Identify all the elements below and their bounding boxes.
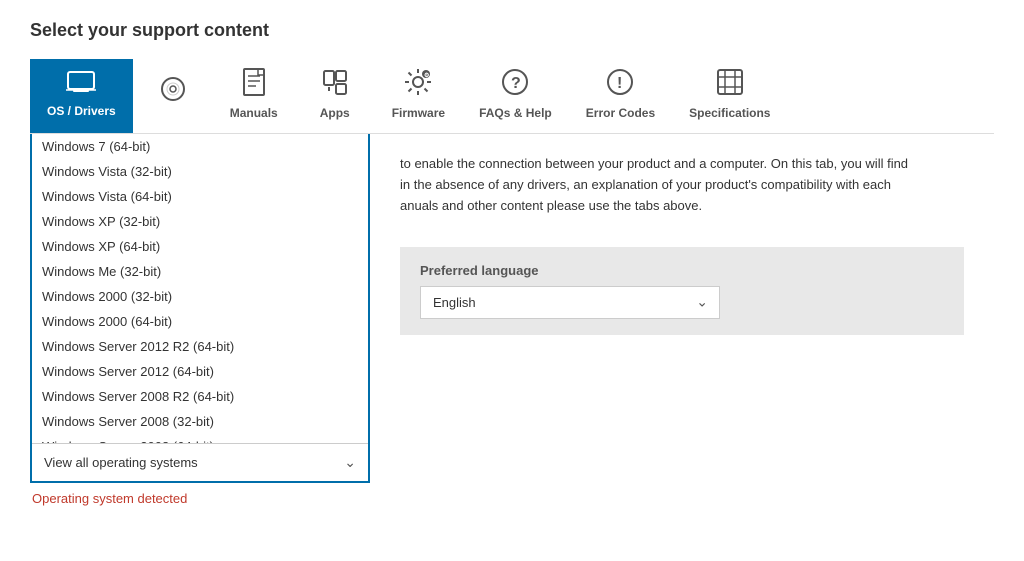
os-list-item[interactable]: Windows Server 2008 (64-bit) — [32, 434, 368, 444]
desc-line2: in the absence of any drivers, an explan… — [400, 177, 891, 192]
svg-text:⚙: ⚙ — [424, 72, 429, 79]
os-list-item[interactable]: Windows 2000 (32-bit) — [32, 284, 368, 309]
faqs-icon: ? — [501, 68, 529, 100]
os-list-item[interactable]: Windows 2000 (64-bit) — [32, 309, 368, 334]
tab-manuals[interactable]: Manuals — [213, 59, 295, 133]
laptop-icon — [65, 70, 97, 98]
tab-apps[interactable]: Apps — [295, 59, 375, 133]
tab-firmware[interactable]: ⚙ Firmware — [375, 59, 462, 133]
os-list-item[interactable]: Windows Server 2008 (32-bit) — [32, 409, 368, 434]
language-select-wrapper: EnglishFrenchGermanSpanishItalianDutchPo… — [420, 286, 720, 319]
page-container: Select your support content OS / Drivers — [0, 0, 1024, 561]
disc-icon — [159, 75, 187, 107]
tab-error-codes[interactable]: ! Error Codes — [569, 59, 672, 133]
tab-os-drivers[interactable]: OS / Drivers — [30, 59, 133, 133]
main-content: Windows 7 (64-bit)Windows Vista (32-bit)… — [30, 134, 994, 506]
svg-text:!: ! — [617, 75, 622, 92]
language-select[interactable]: EnglishFrenchGermanSpanishItalianDutchPo… — [420, 286, 720, 319]
specifications-icon — [716, 68, 744, 100]
tab-faqs-label: FAQs & Help — [479, 106, 552, 120]
chevron-down-icon: ⌄ — [344, 454, 356, 471]
page-title: Select your support content — [30, 20, 994, 41]
apps-icon — [322, 68, 348, 100]
os-list-item[interactable]: Windows XP (64-bit) — [32, 234, 368, 259]
language-section: Preferred language EnglishFrenchGermanSp… — [400, 247, 964, 335]
os-list-item[interactable]: Windows Me (32-bit) — [32, 259, 368, 284]
tabs-row: OS / Drivers — [30, 59, 994, 134]
view-all-button[interactable]: View all operating systems ⌄ — [32, 444, 368, 481]
tab-faqs[interactable]: ? FAQs & Help — [462, 59, 569, 133]
tab-specifications-label: Specifications — [689, 106, 770, 120]
os-list-item[interactable]: Windows XP (32-bit) — [32, 209, 368, 234]
error-codes-icon: ! — [606, 68, 634, 100]
tab-manuals-label: Manuals — [230, 106, 278, 120]
manual-icon — [242, 68, 266, 100]
tab-apps-label: Apps — [320, 106, 350, 120]
tab-error-codes-label: Error Codes — [586, 106, 655, 120]
os-list-item[interactable]: Windows Server 2012 R2 (64-bit) — [32, 334, 368, 359]
language-label: Preferred language — [420, 263, 944, 278]
tab-firmware-label: Firmware — [392, 106, 445, 120]
os-list-item[interactable]: Windows Vista (32-bit) — [32, 159, 368, 184]
os-list-item[interactable]: Windows Vista (64-bit) — [32, 184, 368, 209]
tab-discs[interactable] — [133, 59, 213, 133]
os-dropdown-panel: Windows 7 (64-bit)Windows Vista (32-bit)… — [30, 134, 370, 483]
desc-line3: anuals and other content please use the … — [400, 198, 702, 213]
firmware-icon: ⚙ — [404, 68, 432, 100]
os-list-item[interactable]: Windows 7 (64-bit) — [32, 134, 368, 159]
desc-line1: to enable the connection between your pr… — [400, 156, 908, 171]
left-section: Windows 7 (64-bit)Windows Vista (32-bit)… — [30, 134, 370, 506]
tab-os-drivers-label: OS / Drivers — [47, 104, 116, 118]
os-list-item[interactable]: Windows Server 2008 R2 (64-bit) — [32, 384, 368, 409]
view-all-label: View all operating systems — [44, 455, 198, 470]
detected-text: Operating system detected — [30, 491, 370, 506]
os-list-item[interactable]: Windows Server 2012 (64-bit) — [32, 359, 368, 384]
right-panel: to enable the connection between your pr… — [370, 134, 994, 506]
description-text: to enable the connection between your pr… — [400, 154, 964, 216]
tab-specifications[interactable]: Specifications — [672, 59, 787, 133]
os-list[interactable]: Windows 7 (64-bit)Windows Vista (32-bit)… — [32, 134, 368, 444]
svg-text:?: ? — [511, 75, 521, 92]
